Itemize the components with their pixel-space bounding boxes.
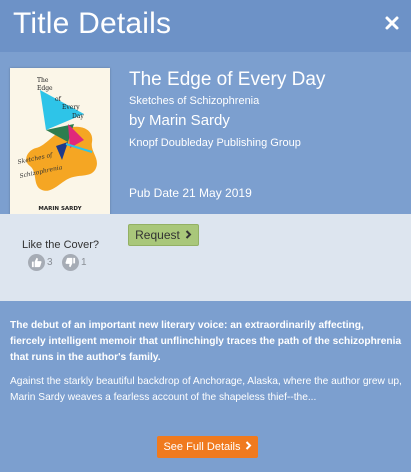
book-details-panel: The Edge of Every Day Sketches of Schizo… [0,52,411,218]
svg-text:of: of [55,96,62,103]
svg-text:The: The [37,77,49,84]
svg-text:Day: Day [72,113,84,120]
thumbs-up-button[interactable]: 3 [28,254,53,271]
thumbs-up-icon [28,254,45,271]
thumbs-down-button[interactable]: 1 [62,254,87,271]
see-full-details-label: See Full Details [163,441,241,453]
request-button-label: Request [135,228,180,242]
chevron-right-icon [245,441,252,453]
actions-panel: Like the Cover? 3 1 Request [0,214,411,301]
book-title: The Edge of Every Day [129,69,326,90]
header-bar: Title Details [0,0,411,52]
page-title: Title Details [13,7,172,40]
description-body: Against the starkly beautiful backdrop o… [10,376,402,404]
see-full-details-button[interactable]: See Full Details [157,436,258,458]
thumbs-up-count: 3 [47,257,53,268]
chevron-right-icon [185,228,192,242]
svg-text:MARIN SARDY: MARIN SARDY [38,206,82,212]
book-subtitle: Sketches of Schizophrenia [129,95,260,107]
svg-text:Every: Every [62,104,80,111]
book-cover-image[interactable]: The Edge of Every Day Sketches of Schizo… [10,68,110,218]
thumbs-down-count: 1 [81,257,87,268]
publication-date: Pub Date 21 May 2019 [129,186,252,200]
book-description: The debut of an important new literary v… [10,318,402,406]
description-lead: The debut of an important new literary v… [10,320,402,363]
svg-text:Edge: Edge [37,85,53,92]
request-button[interactable]: Request [128,224,199,246]
like-cover-prompt: Like the Cover? [22,239,100,251]
thumbs-down-icon [62,254,79,271]
book-author: by Marin Sardy [129,112,230,129]
book-publisher: Knopf Doubleday Publishing Group [129,137,301,149]
close-icon[interactable] [384,15,400,31]
